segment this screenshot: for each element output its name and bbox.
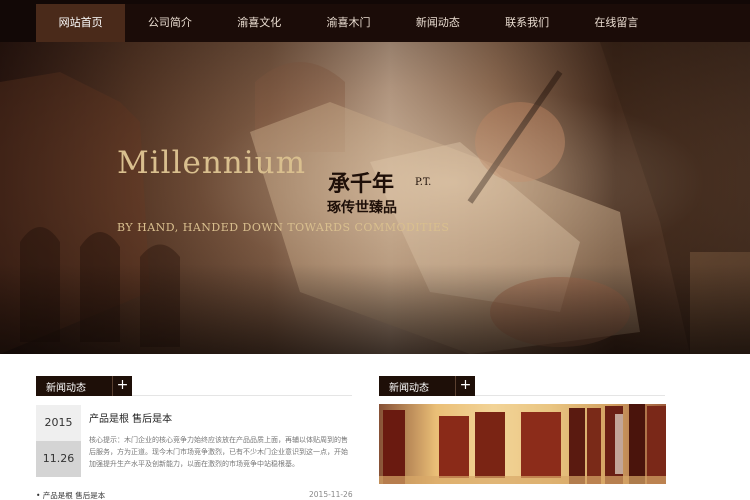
- news-heading-divider: [132, 395, 352, 396]
- news-more-button[interactable]: +: [112, 376, 132, 396]
- news-day: 11.26: [36, 441, 81, 477]
- product-doors-image[interactable]: [379, 404, 666, 484]
- products-heading-divider: [475, 395, 665, 396]
- nav-item-5[interactable]: 新闻动态: [393, 4, 482, 42]
- products-section-heading: 新闻动态 +: [379, 376, 475, 396]
- news-list-item[interactable]: • 产品是根 售后是本: [36, 490, 105, 500]
- nav-item-2[interactable]: 公司简介: [125, 4, 214, 42]
- nav-item-6[interactable]: 联系我们: [482, 4, 571, 42]
- nav-item-7[interactable]: 在线留言: [572, 4, 661, 42]
- door-showroom-art: [379, 404, 666, 484]
- products-more-button[interactable]: +: [455, 376, 475, 396]
- news-heading-label: 新闻动态: [46, 382, 86, 394]
- products-heading-label: 新闻动态: [389, 382, 429, 394]
- hero-chinese-line-2: 琢传世臻品: [327, 200, 397, 216]
- hero-chinese-line-1: 承千年: [328, 171, 395, 197]
- news-featured-desc: 核心提示：木门企业的核心竞争力始终应该放在产品品质上面，再辅以体贴周到的售后服务…: [89, 436, 348, 468]
- main-nav: 网站首页 公司简介 渝喜文化 渝喜木门 新闻动态 联系我们 在线留言: [36, 4, 750, 42]
- hero-subtitle: BY HAND, HANDED DOWN TOWARDS COMMODITIES: [117, 221, 450, 234]
- nav-item-4[interactable]: 渝喜木门: [304, 4, 393, 42]
- news-featured-title[interactable]: 产品是根 售后是本: [89, 410, 172, 425]
- news-list-date: 2015-11-26: [309, 490, 353, 499]
- hero-mark: P.T.: [415, 177, 432, 188]
- news-section-heading: 新闻动态 +: [36, 376, 132, 396]
- hero-shadow: [0, 264, 750, 354]
- nav-item-1[interactable]: 网站首页: [36, 4, 126, 42]
- news-year: 2015: [36, 405, 81, 441]
- hero-title: Millennium: [117, 145, 307, 181]
- nav-item-3[interactable]: 渝喜文化: [215, 4, 304, 42]
- news-date-box: 2015 11.26: [36, 405, 81, 477]
